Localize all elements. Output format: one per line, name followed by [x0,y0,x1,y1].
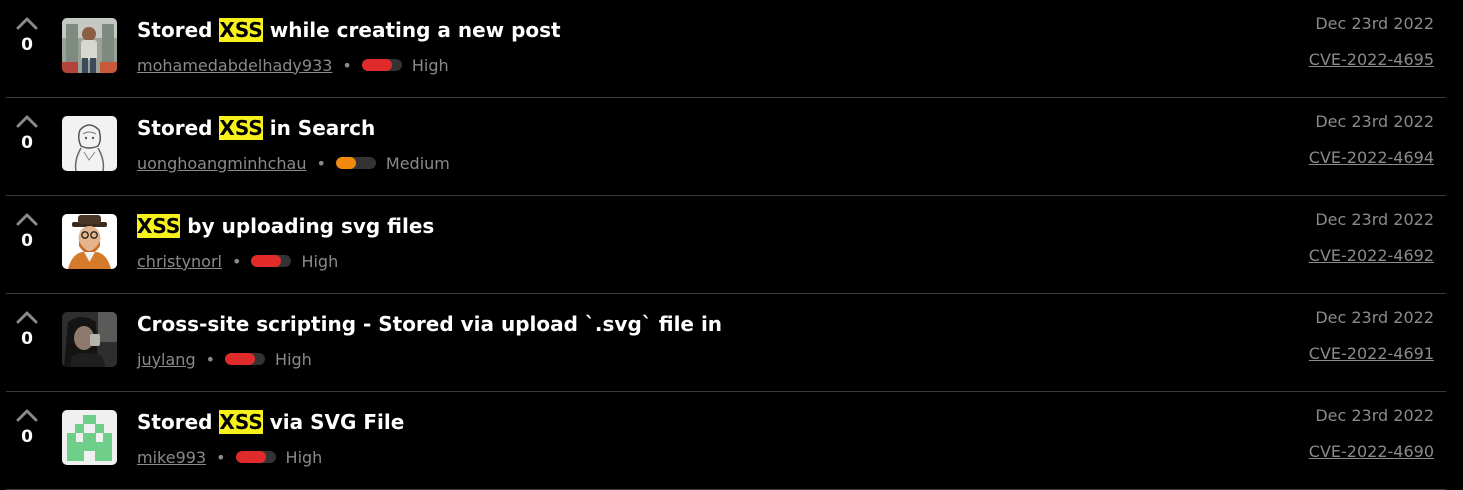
severity-label: High [301,251,339,271]
severity-fill [335,157,356,169]
cve-link[interactable]: CVE-2022-4692 [1309,246,1434,265]
severity-bar [335,157,376,169]
severity-bar [235,451,276,463]
cve-link[interactable]: CVE-2022-4694 [1309,148,1434,167]
severity-fill [225,353,256,365]
avatar[interactable] [62,116,117,171]
title-text: Cross-site scripting - Stored via upload… [137,312,723,336]
severity-bar [251,255,292,267]
report-row: 0 Stored XSS while creating a new post m… [6,0,1446,98]
report-date: Dec 23rd 2022 [1315,14,1434,33]
chevron-up-icon [16,311,38,324]
report-meta: mohamedabdelhady933 • High [137,54,449,76]
title-text: by uploading svg files [180,214,435,238]
report-title[interactable]: Stored XSS while creating a new post [137,17,561,43]
report-date: Dec 23rd 2022 [1315,406,1434,425]
severity-label: Medium [385,153,450,173]
severity-fill [251,255,282,267]
username-link[interactable]: mohamedabdelhady933 [137,56,332,75]
report-date: Dec 23rd 2022 [1315,112,1434,131]
cve-link[interactable]: CVE-2022-4690 [1309,442,1434,461]
report-title[interactable]: XSS by uploading svg files [137,213,434,239]
severity-label: High [411,55,449,75]
report-title[interactable]: Stored XSS via SVG File [137,409,404,435]
report-list: 0 Stored XSS while creating a new post m… [0,0,1463,490]
separator-dot: • [316,153,326,173]
vote-count: 0 [21,231,33,251]
report-row: 0 Stored XSS in Search uonghoangminhchau… [6,98,1446,196]
avatar[interactable] [62,18,117,73]
title-text: Stored [137,410,220,434]
severity-fill [235,451,266,463]
chevron-up-icon [16,213,38,226]
avatar[interactable] [62,214,117,269]
search-highlight: XSS [219,410,263,434]
avatar[interactable] [62,312,117,367]
report-date: Dec 23rd 2022 [1315,308,1434,327]
severity-label: High [285,447,323,467]
chevron-up-icon [16,115,38,128]
severity-bar [225,353,266,365]
title-text: Stored [137,18,220,42]
upvote-button[interactable]: 0 [14,310,40,348]
vote-count: 0 [21,133,33,153]
report-row: 0 XSS by uploading svg files christynorl… [6,196,1446,294]
username-link[interactable]: christynorl [137,252,222,271]
username-link[interactable]: juylang [137,350,196,369]
report-row: 0 Stored XSS via SVG File mike993 • High [6,392,1446,490]
title-text: while creating a new post [262,18,561,42]
report-title[interactable]: Stored XSS in Search [137,115,375,141]
title-text: via SVG File [262,410,405,434]
chevron-up-icon [16,17,38,30]
avatar[interactable] [62,410,117,465]
search-highlight: XSS [219,18,263,42]
separator-dot: • [342,55,352,75]
upvote-button[interactable]: 0 [14,408,40,446]
severity-bar [361,59,402,71]
vote-count: 0 [21,427,33,447]
report-meta: christynorl • High [137,250,338,272]
username-link[interactable]: uonghoangminhchau [137,154,306,173]
search-highlight: XSS [137,214,181,238]
upvote-button[interactable]: 0 [14,16,40,54]
cve-link[interactable]: CVE-2022-4691 [1309,344,1434,363]
separator-dot: • [216,447,226,467]
severity-label: High [275,349,312,369]
severity-fill [361,59,392,71]
vote-count: 0 [21,35,33,55]
title-text: in Search [262,116,376,140]
separator-dot: • [232,251,242,271]
report-meta: juylang • High [137,348,312,370]
report-meta: mike993 • High [137,446,322,468]
report-date: Dec 23rd 2022 [1315,210,1434,229]
vote-count: 0 [21,329,33,349]
report-row: 0 Cross-site scripting - Stored via uplo… [6,294,1446,392]
title-text: Stored [137,116,220,140]
separator-dot: • [205,349,216,369]
chevron-up-icon [16,409,38,422]
upvote-button[interactable]: 0 [14,212,40,250]
report-title[interactable]: Cross-site scripting - Stored via upload… [137,311,722,337]
search-highlight: XSS [219,116,263,140]
username-link[interactable]: mike993 [137,448,206,467]
cve-link[interactable]: CVE-2022-4695 [1309,50,1434,69]
report-meta: uonghoangminhchau • Medium [137,152,450,174]
upvote-button[interactable]: 0 [14,114,40,152]
